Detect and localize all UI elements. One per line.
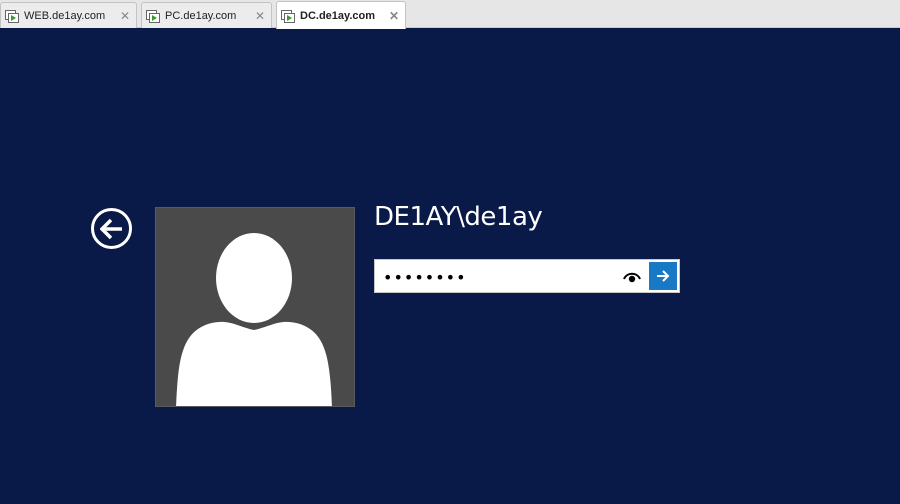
back-button[interactable]: [91, 208, 132, 249]
eye-icon: [623, 272, 641, 283]
close-icon[interactable]: ✕: [120, 9, 130, 23]
vm-icon: [5, 9, 19, 23]
password-input[interactable]: [383, 264, 618, 290]
password-box: [374, 259, 680, 293]
tab-pc[interactable]: PC.de1ay.com ✕: [141, 2, 272, 28]
tab-bar: WEB.de1ay.com ✕ PC.de1ay.com ✕ DC.de1ay.…: [0, 0, 900, 29]
close-icon[interactable]: ✕: [389, 9, 399, 23]
back-arrow-icon: [99, 218, 122, 239]
tab-web[interactable]: WEB.de1ay.com ✕: [0, 2, 137, 28]
tab-label: DC.de1ay.com: [300, 9, 375, 22]
vm-icon: [281, 9, 295, 23]
vm-icon: [146, 9, 160, 23]
avatar: [155, 207, 355, 407]
reveal-password-button[interactable]: [622, 269, 642, 285]
submit-button[interactable]: [649, 262, 677, 290]
arrow-right-icon: [657, 270, 670, 282]
user-silhouette-icon: [176, 233, 332, 406]
tab-label: WEB.de1ay.com: [24, 9, 106, 22]
tab-dc[interactable]: DC.de1ay.com ✕: [276, 1, 406, 29]
close-icon[interactable]: ✕: [255, 9, 265, 23]
tab-label: PC.de1ay.com: [165, 9, 237, 22]
username-label: DE1AY\de1ay: [374, 202, 543, 232]
